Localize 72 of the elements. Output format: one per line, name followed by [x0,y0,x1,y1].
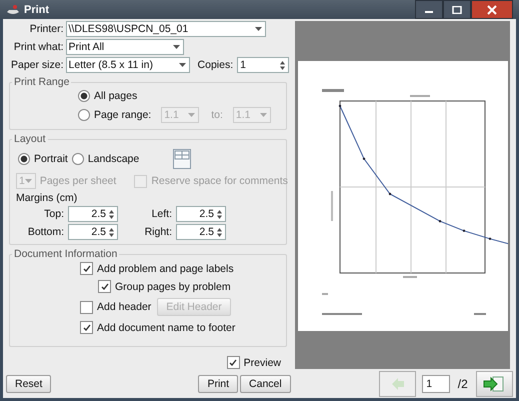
checkbox[interactable] [98,280,111,293]
checkbox-label: Add problem and page labels [97,262,234,274]
field-label: Top: [43,208,64,220]
field-label: to: [211,109,223,121]
field-label: Paper size: [11,59,64,71]
caret-icon [172,45,180,49]
window-title: Print [24,4,50,16]
margin-spinner[interactable]: 2.5 [176,206,226,222]
checkbox-label: Add header [97,301,152,313]
checkbox[interactable] [226,356,240,369]
margins-label: Margins (cm) [16,192,78,204]
checkbox-label: Reserve space for comments [151,175,288,187]
caret-icon [260,113,267,117]
margin-spinner[interactable]: 2.5 [176,224,226,240]
group-title: Layout [13,133,47,145]
field-label: Pages per sheet [40,175,116,187]
spinner-arrows-icon [280,60,286,70]
page-grid-icon [173,149,192,169]
spinner-arrows-icon [109,210,114,218]
copies-spinner[interactable]: 1 [237,57,290,73]
checkbox[interactable] [80,300,93,314]
page-count: /2 [458,376,468,390]
field-label: Left: [150,208,172,220]
back-arrow-icon [390,376,406,390]
spinner-arrows-icon [109,228,114,236]
field-label: Print what: [12,41,64,53]
check-icon [229,359,238,366]
field-label: Right: [144,226,172,238]
close-icon [486,4,498,14]
check-icon [82,324,90,331]
forward-arrow-icon [483,376,506,392]
radio-label: Portrait [34,153,68,165]
app-icon [6,4,20,16]
radio-button[interactable] [78,109,90,121]
radio-label: Landscape [88,153,140,165]
checkbox-label: Group pages by problem [115,280,231,292]
caret-icon [24,179,32,183]
radio-label: All pages [94,90,138,102]
reset-button[interactable]: Reset [6,374,52,392]
field-label: Copies: [198,59,234,71]
spinner-arrows-icon [217,210,222,218]
check-icon [82,265,90,272]
checkbox[interactable] [80,321,93,334]
spinner-arrows-icon [217,228,222,236]
close-button[interactable] [471,0,513,19]
next-page-button[interactable] [476,370,514,396]
field-label: Bottom: [26,226,64,238]
group-title: Document Information [13,248,118,260]
margin-spinner[interactable]: 2.5 [68,224,118,240]
check-icon [100,283,108,290]
radio-button[interactable] [78,90,90,102]
page-number-field[interactable]: 1 [422,374,450,392]
radio-label: Page range: [94,109,152,121]
printer-dropdown[interactable]: \\DLES98\USPCN_05_01 [66,21,266,37]
caret-icon [178,63,186,67]
caret-icon [188,113,196,117]
margin-spinner[interactable]: 2.5 [68,206,118,222]
checkbox-label: Add document name to footer [97,322,236,334]
minimize-button[interactable] [415,0,443,19]
field-label: Printer: [28,23,64,35]
dialog-button[interactable]: Print [198,374,238,392]
checkbox-label: Preview [244,356,281,368]
maximize-button[interactable] [443,0,471,19]
print-what-dropdown[interactable]: Print All [66,39,184,55]
radio-button[interactable] [18,153,30,165]
caret-icon [254,27,262,31]
radio-button[interactable] [72,153,84,165]
dialog-button[interactable]: Cancel [240,374,291,392]
checkbox[interactable] [80,262,93,275]
maximize-icon [452,6,462,14]
paper-size-dropdown[interactable]: Letter (8.5 x 11 in) [66,57,190,73]
group-title: Print Range [13,76,70,88]
